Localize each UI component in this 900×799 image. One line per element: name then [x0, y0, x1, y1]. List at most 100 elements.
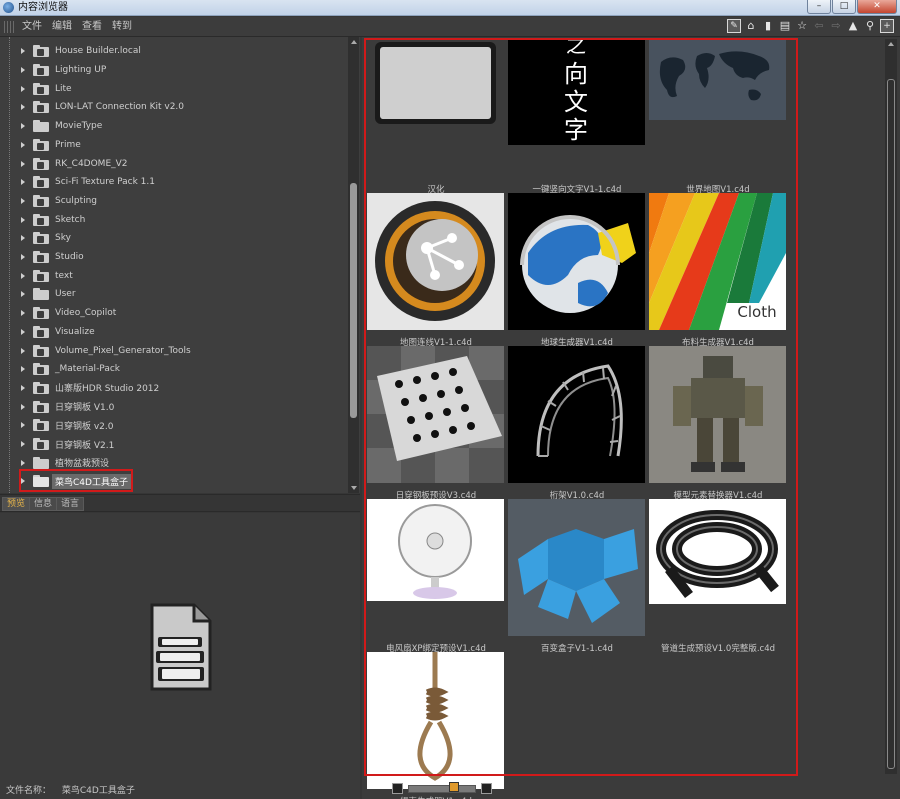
tree-item-label: text [55, 270, 73, 281]
menu-bar: 文件 编辑 查看 转到 ✎ ⌂ ▮ ▤ ☆ ⇦ ⇨ ▲ ⚲ + [0, 17, 900, 37]
search-icon[interactable]: ⚲ [863, 19, 877, 33]
forward-arrow-icon[interactable]: ⇨ [829, 19, 843, 33]
menu-view[interactable]: 查看 [82, 20, 102, 34]
tab-preview[interactable]: 预览 [2, 497, 31, 511]
menu-file[interactable]: 文件 [22, 20, 42, 34]
tree-item[interactable]: Sculpting [0, 192, 345, 211]
tree-item-label: Video_Copilot [55, 308, 117, 319]
tree-item[interactable]: _Material-Pack [0, 360, 345, 379]
expand-arrow-icon[interactable] [21, 160, 25, 167]
tree-item-label: MovieType [55, 121, 103, 132]
tree-item[interactable]: Sketch [0, 210, 345, 229]
folder-icon [33, 157, 49, 170]
expand-arrow-icon[interactable] [21, 310, 25, 317]
star-icon[interactable]: ☆ [795, 19, 809, 33]
tree-item[interactable]: 日穿钢板 v2.0 [0, 416, 345, 435]
tree-item[interactable]: Visualize [0, 323, 345, 342]
thumbnail-size-slider[interactable] [392, 782, 502, 795]
expand-arrow-icon[interactable] [21, 441, 25, 448]
expand-arrow-icon[interactable] [21, 48, 25, 55]
back-arrow-icon[interactable]: ⇦ [812, 19, 826, 33]
expand-arrow-icon[interactable] [21, 104, 25, 111]
book-icon[interactable]: ▤ [778, 19, 792, 33]
tree-item[interactable]: 山寨版HDR Studio 2012 [0, 379, 345, 398]
lock-icon [37, 236, 44, 244]
expand-arrow-icon[interactable] [21, 197, 25, 204]
expand-arrow-icon[interactable] [21, 366, 25, 373]
expand-arrow-icon[interactable] [21, 422, 25, 429]
up-arrow-icon[interactable]: ▲ [846, 19, 860, 33]
expand-arrow-icon[interactable] [21, 254, 25, 261]
expand-arrow-icon[interactable] [21, 67, 25, 74]
folder-icon [33, 213, 49, 226]
tree-item[interactable]: LON-LAT Connection Kit v2.0 [0, 98, 345, 117]
tree-item-label: Sculpting [55, 195, 98, 206]
expand-arrow-icon[interactable] [21, 272, 25, 279]
tree-item-label: RK_C4DOME_V2 [55, 158, 128, 169]
grid-scrollbar[interactable] [885, 39, 897, 774]
scroll-up-icon[interactable] [351, 40, 357, 44]
tree-item-label: LON-LAT Connection Kit v2.0 [55, 102, 185, 113]
tree-item-label: 植物盆栽预设 [55, 459, 110, 470]
folder-icon [33, 232, 49, 245]
tree-item[interactable]: User [0, 285, 345, 304]
filename-value: 菜鸟C4D工具盒子 [61, 786, 135, 796]
expand-arrow-icon[interactable] [21, 123, 25, 130]
slider-knob[interactable] [449, 782, 459, 792]
tree-item-label: Visualize [55, 326, 95, 337]
tree-item[interactable]: MovieType [0, 117, 345, 136]
lock-icon [37, 442, 44, 450]
menu-edit[interactable]: 编辑 [52, 20, 72, 34]
tree-item[interactable]: Volume_Pixel_Generator_Tools [0, 341, 345, 360]
small-thumb-icon[interactable] [392, 783, 403, 794]
tree-item[interactable]: text [0, 266, 345, 285]
home-icon[interactable]: ⌂ [744, 19, 758, 33]
edit-icon[interactable]: ✎ [727, 19, 741, 33]
tree-item[interactable]: RK_C4DOME_V2 [0, 154, 345, 173]
filename-label: 文件名称： [6, 786, 52, 796]
tree-item[interactable]: Studio [0, 248, 345, 267]
folder-tree: House Builder.local Lighting UP Lite LON-LA… [0, 37, 360, 493]
expand-icon[interactable]: + [880, 19, 894, 33]
folder-icon [33, 64, 49, 77]
close-button[interactable]: ✕ [857, 0, 897, 14]
expand-arrow-icon[interactable] [21, 384, 25, 391]
minimize-button[interactable]: – [807, 0, 831, 14]
slider-track[interactable] [408, 785, 476, 793]
tree-scrollbar[interactable] [348, 37, 359, 493]
tree-item[interactable]: 日穿钢板 V2.1 [0, 435, 345, 454]
expand-arrow-icon[interactable] [21, 141, 25, 148]
tree-item[interactable]: Video_Copilot [0, 304, 345, 323]
tree-scroll-thumb[interactable] [350, 183, 357, 418]
tree-item[interactable]: Sci-Fi Texture Pack 1.1 [0, 173, 345, 192]
tree-item[interactable]: 日穿钢板 V1.0 [0, 397, 345, 416]
tree-item[interactable]: Sky [0, 229, 345, 248]
expand-arrow-icon[interactable] [21, 459, 25, 466]
grid-scroll-thumb[interactable] [887, 79, 895, 769]
folder-icon [33, 45, 49, 58]
tree-item[interactable]: Prime [0, 136, 345, 155]
file-icon[interactable]: ▮ [761, 19, 775, 33]
lock-icon [37, 49, 44, 57]
expand-arrow-icon[interactable] [21, 179, 25, 186]
expand-arrow-icon[interactable] [21, 347, 25, 354]
expand-arrow-icon[interactable] [21, 85, 25, 92]
expand-arrow-icon[interactable] [21, 235, 25, 242]
scroll-down-icon[interactable] [351, 486, 357, 490]
maximize-button[interactable]: □ [832, 0, 856, 14]
expand-arrow-icon[interactable] [21, 291, 25, 298]
tree-item-label: 日穿钢板 V1.0 [55, 403, 115, 414]
tree-item[interactable]: House Builder.local [0, 42, 345, 61]
tab-language[interactable]: 语言 [56, 497, 85, 511]
folder-icon [33, 82, 49, 95]
expand-arrow-icon[interactable] [21, 403, 25, 410]
expand-arrow-icon[interactable] [21, 328, 25, 335]
menu-goto[interactable]: 转到 [112, 20, 132, 34]
grip-icon[interactable] [4, 21, 14, 33]
tab-info[interactable]: 信息 [29, 497, 58, 511]
tree-item[interactable]: Lighting UP [0, 61, 345, 80]
expand-arrow-icon[interactable] [21, 216, 25, 223]
large-thumb-icon[interactable] [481, 783, 492, 794]
scroll-up-icon[interactable] [888, 42, 894, 46]
tree-item[interactable]: Lite [0, 79, 345, 98]
